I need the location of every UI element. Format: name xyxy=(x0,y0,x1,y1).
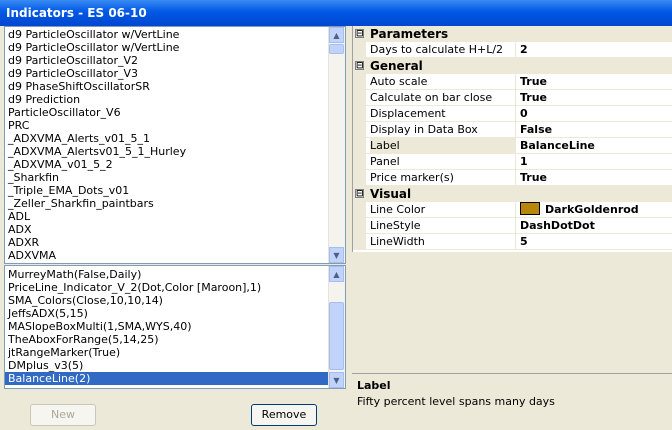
list-item[interactable]: _Sharkfin xyxy=(5,171,328,184)
help-title: Label xyxy=(357,379,391,392)
list-item[interactable]: MurreyMath(False,Daily) xyxy=(5,268,328,281)
property-grid[interactable]: ⊟ Parameters Days to calculate H+L/2 2 ⊟… xyxy=(352,26,672,252)
property-row[interactable]: Displacement 0 xyxy=(353,106,672,122)
list-item[interactable]: PriceLine_Indicator_V_2(Dot,Color [Maroo… xyxy=(5,281,328,294)
help-panel: Label Fifty percent level spans many day… xyxy=(352,373,672,430)
list-item[interactable]: ADX xyxy=(5,223,328,236)
category-parameters[interactable]: ⊟ Parameters xyxy=(353,26,672,42)
property-row[interactable]: Days to calculate H+L/2 2 xyxy=(353,42,672,58)
property-name: LineStyle xyxy=(370,218,516,233)
list-item[interactable]: d9 Prediction xyxy=(5,93,328,106)
help-description: Fifty percent level spans many days xyxy=(357,395,555,408)
property-value[interactable]: False xyxy=(520,122,552,137)
list-item[interactable]: DMplus_v3(5) xyxy=(5,359,328,372)
applied-indicators-list[interactable]: MurreyMath(False,Daily) PriceLine_Indicat… xyxy=(4,265,346,389)
list-item[interactable]: _Triple_EMA_Dots_v01 xyxy=(5,184,328,197)
property-name: Display in Data Box xyxy=(370,122,516,137)
list-item[interactable]: d9 ParticleOscillator w/VertLine xyxy=(5,41,328,54)
color-name: DarkGoldenrod xyxy=(545,203,639,216)
list-item[interactable]: ADXVMA xyxy=(5,249,328,262)
category-label: Visual xyxy=(370,187,412,201)
list-item[interactable]: _ADXVMA_Alerts_v01_5_1 xyxy=(5,132,328,145)
property-row[interactable]: Display in Data Box False xyxy=(353,122,672,138)
list-item[interactable]: d9 ParticleOscillator_V3 xyxy=(5,67,328,80)
list-item[interactable]: MASlopeBoxMulti(1,SMA,WYS,40) xyxy=(5,320,328,333)
property-value[interactable]: True xyxy=(520,90,547,105)
property-name: Auto scale xyxy=(370,74,516,89)
collapse-icon[interactable]: ⊟ xyxy=(355,189,364,199)
window-title: Indicators - ES 06-10 xyxy=(6,6,147,20)
color-swatch xyxy=(520,202,540,215)
property-row[interactable]: Calculate on bar close True xyxy=(353,90,672,106)
list-item[interactable]: d9 PhaseShiftOscillatorSR xyxy=(5,80,328,93)
list-item[interactable]: JeffsADX(5,15) xyxy=(5,307,328,320)
property-value[interactable]: 0 xyxy=(520,106,528,121)
property-row[interactable]: LineWidth 5 xyxy=(353,234,672,250)
list-item[interactable]: BalanceLine(2) xyxy=(5,372,328,385)
remove-button[interactable]: Remove xyxy=(251,404,317,426)
property-name: Line Color xyxy=(370,202,516,217)
property-name: LineWidth xyxy=(370,234,516,249)
splitter[interactable] xyxy=(347,26,351,429)
list-item[interactable]: TheAboxForRange(5,14,25) xyxy=(5,333,328,346)
list-item[interactable]: ADL xyxy=(5,210,328,223)
category-label: General xyxy=(370,59,423,73)
list-item[interactable]: _ADXVMA_v01_5_2 xyxy=(5,158,328,171)
property-row-selected[interactable]: Label BalanceLine xyxy=(353,138,672,154)
list-item[interactable]: PRC xyxy=(5,119,328,132)
scroll-up-button[interactable]: ▲ xyxy=(329,27,344,43)
title-bar: Indicators - ES 06-10 xyxy=(0,0,672,26)
property-value[interactable]: DarkGoldenrod xyxy=(520,202,639,217)
property-value[interactable]: 1 xyxy=(520,154,528,169)
property-row[interactable]: Price marker(s) True xyxy=(353,170,672,186)
list-item[interactable]: _Zeller_Sharkfin_paintbars xyxy=(5,197,328,210)
list-item[interactable]: d9 ParticleOscillator w/VertLine xyxy=(5,28,328,41)
property-value[interactable]: True xyxy=(520,170,547,185)
list-item[interactable]: ADXR xyxy=(5,236,328,249)
property-name: Calculate on bar close xyxy=(370,90,516,105)
property-value[interactable]: True xyxy=(520,74,547,89)
scroll-up-button[interactable]: ▲ xyxy=(329,266,344,282)
property-name: Days to calculate H+L/2 xyxy=(370,42,516,57)
available-list-scrollbar[interactable]: ▲ ▼ xyxy=(328,27,345,263)
list-item[interactable]: _ADXVMA_Alertsv01_5_1_Hurley xyxy=(5,145,328,158)
scroll-thumb[interactable] xyxy=(329,302,344,370)
category-general[interactable]: ⊟ General xyxy=(353,58,672,74)
list-item[interactable]: ParticleOscillator_V6 xyxy=(5,106,328,119)
property-row[interactable]: Line Color DarkGoldenrod xyxy=(353,202,672,218)
list-item[interactable]: jtRangeMarker(True) xyxy=(5,346,328,359)
property-name: Displacement xyxy=(370,106,516,121)
property-row[interactable]: LineStyle DashDotDot xyxy=(353,218,672,234)
property-value[interactable]: 5 xyxy=(520,234,528,249)
property-value[interactable]: 2 xyxy=(520,42,528,57)
collapse-icon[interactable]: ⊟ xyxy=(355,29,364,39)
list-item[interactable]: SMA_Colors(Close,10,10,14) xyxy=(5,294,328,307)
available-indicators-list[interactable]: d9 ParticleOscillator w/VertLine d9 Parti… xyxy=(4,26,346,264)
property-name: Label xyxy=(370,138,516,153)
property-name: Price marker(s) xyxy=(370,170,516,185)
applied-list-scrollbar[interactable]: ▲ ▼ xyxy=(328,266,345,388)
scroll-thumb[interactable] xyxy=(329,44,344,54)
list-item[interactable]: d9 ParticleOscillator_V2 xyxy=(5,54,328,67)
property-value[interactable]: BalanceLine xyxy=(520,138,595,153)
property-name: Panel xyxy=(370,154,516,169)
new-button[interactable]: New xyxy=(30,404,96,426)
property-row[interactable]: Panel 1 xyxy=(353,154,672,170)
collapse-icon[interactable]: ⊟ xyxy=(355,61,364,71)
scroll-down-button[interactable]: ▼ xyxy=(329,372,344,388)
category-visual[interactable]: ⊟ Visual xyxy=(353,186,672,202)
property-value[interactable]: DashDotDot xyxy=(520,218,595,233)
scroll-down-button[interactable]: ▼ xyxy=(329,247,344,263)
category-label: Parameters xyxy=(370,27,449,41)
property-row[interactable]: Auto scale True xyxy=(353,74,672,90)
